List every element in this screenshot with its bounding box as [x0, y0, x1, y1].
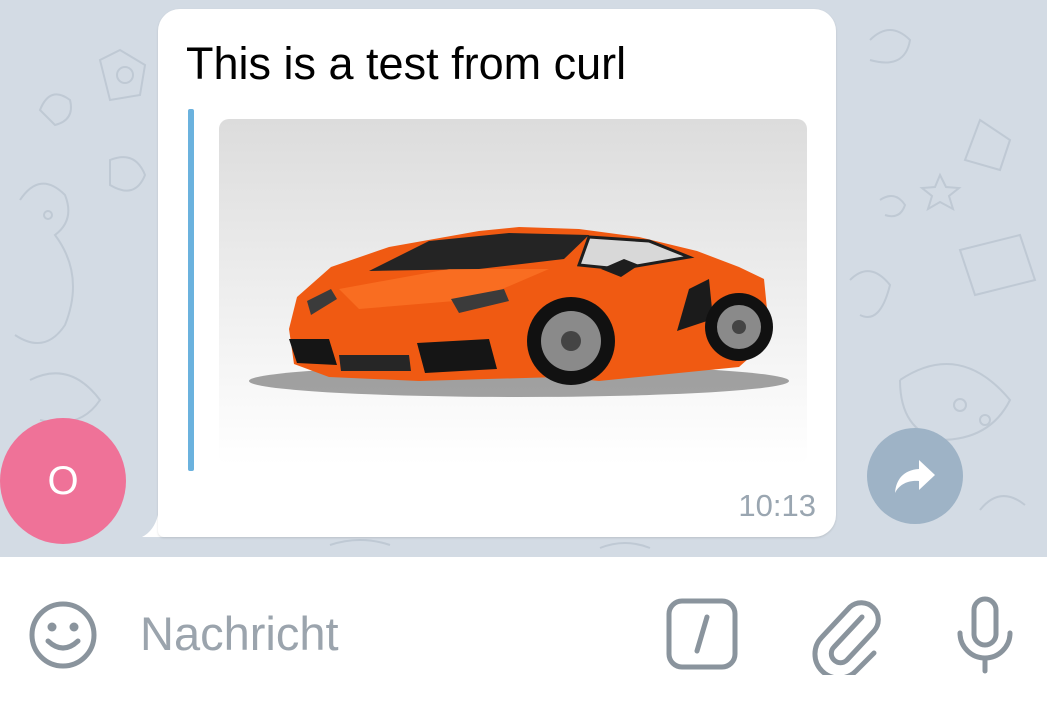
- attach-button[interactable]: [810, 595, 884, 675]
- bot-commands-button[interactable]: [665, 597, 739, 671]
- link-preview-image[interactable]: [219, 119, 807, 465]
- car-image: [249, 227, 789, 397]
- sender-avatar[interactable]: O: [0, 418, 126, 544]
- smiley-icon: [29, 601, 97, 669]
- avatar-initial: O: [47, 458, 79, 503]
- paperclip-icon: [812, 600, 881, 675]
- voice-message-button[interactable]: [950, 595, 1020, 675]
- link-preview-bar: [188, 109, 194, 471]
- share-button[interactable]: [867, 428, 963, 524]
- message-bubble[interactable]: This is a test from curl 10:13: [158, 9, 836, 537]
- message-timestamp: 10:13: [738, 488, 816, 523]
- slash-command-icon: [666, 598, 738, 670]
- message-text: This is a test from curl: [186, 38, 627, 89]
- chat-area: O This is a test from curl 10:13: [0, 0, 1047, 557]
- share-icon: [895, 460, 935, 493]
- microphone-icon: [957, 596, 1013, 674]
- message-input[interactable]: [140, 597, 620, 669]
- emoji-button[interactable]: [27, 599, 99, 671]
- message-input-bar: [0, 557, 1047, 705]
